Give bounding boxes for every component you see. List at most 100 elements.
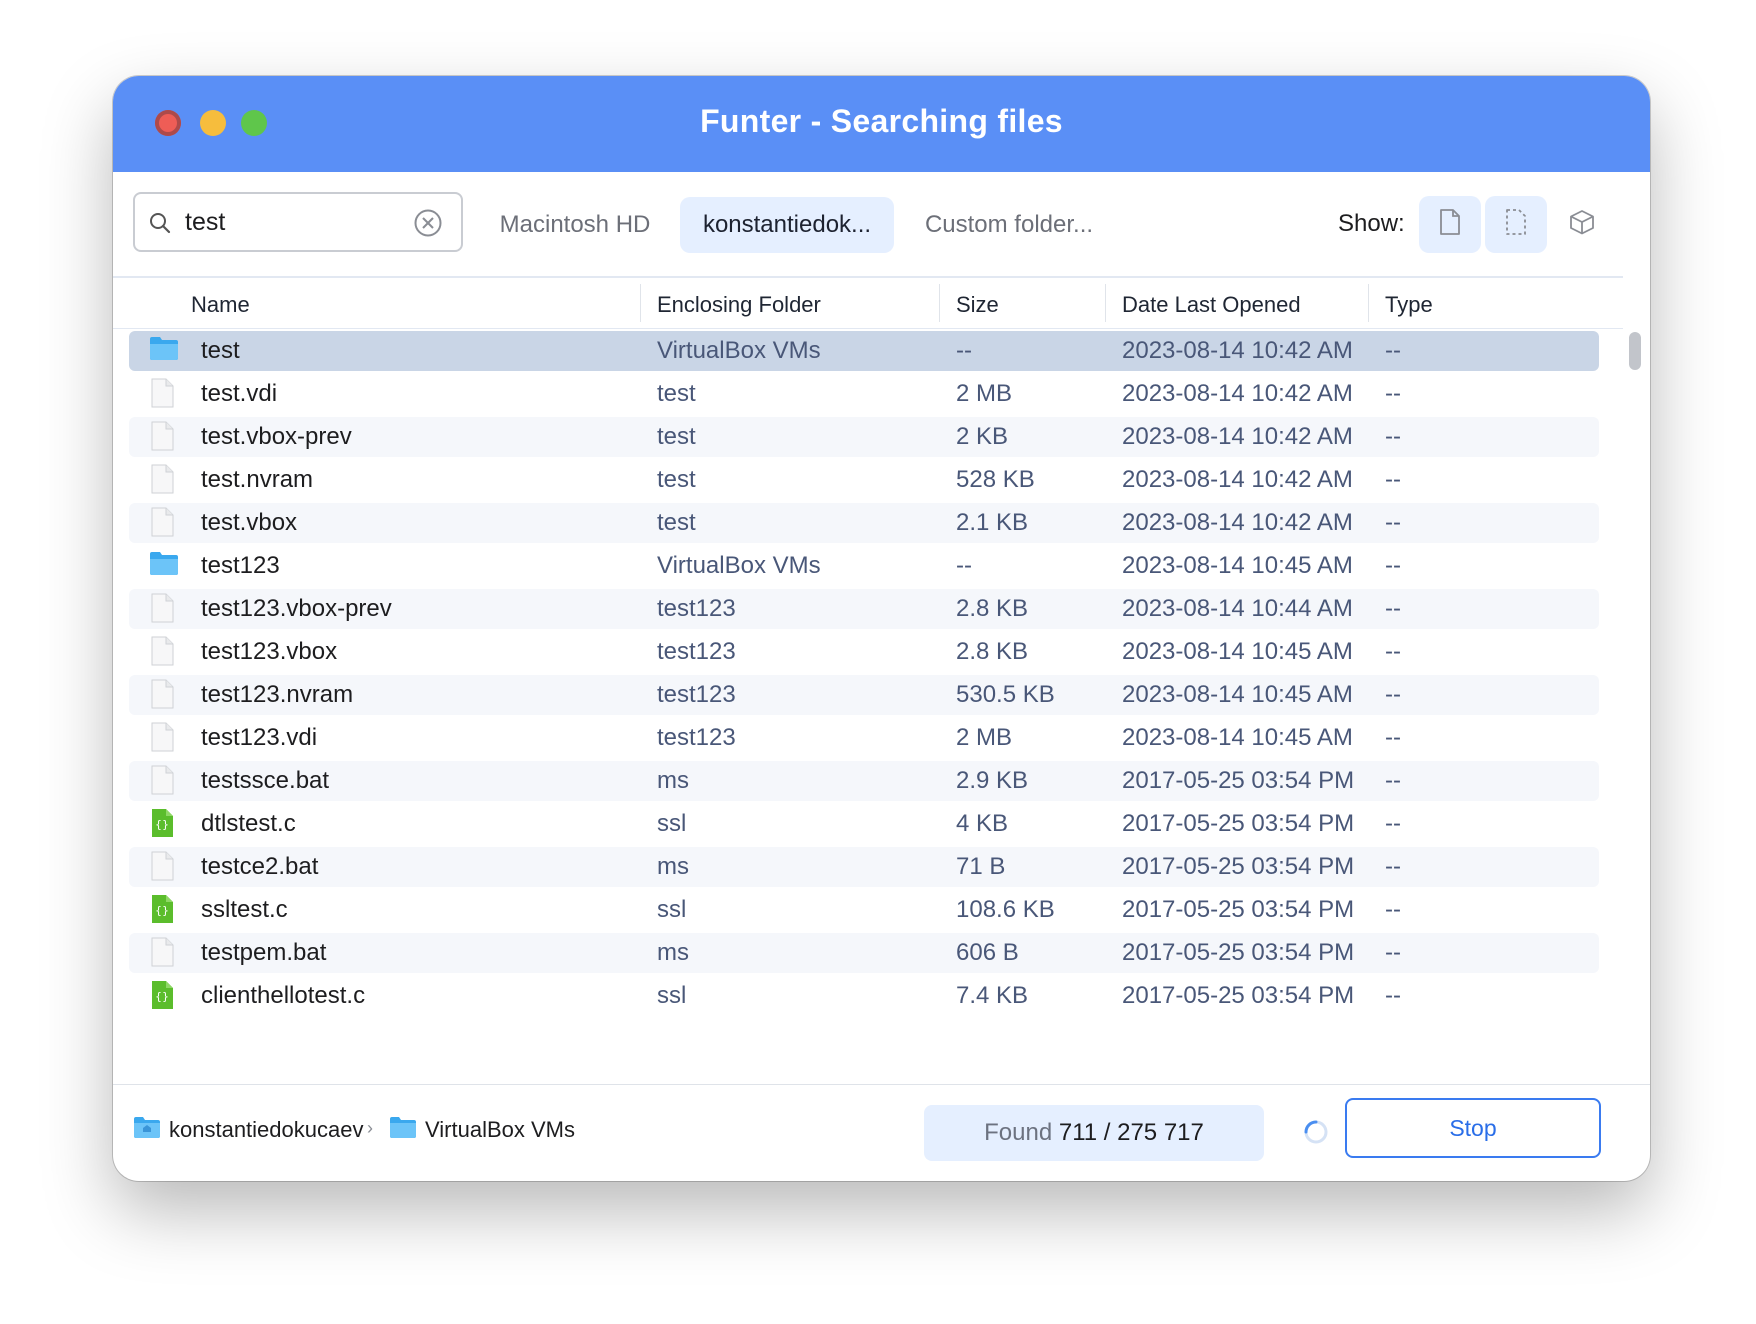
table-row[interactable]: test.nvram test 528 KB 2023-08-14 10:42 AM -…: [129, 460, 1599, 500]
svg-text:{}: {}: [155, 904, 169, 917]
file-icon: [149, 378, 175, 413]
clear-search-icon[interactable]: [413, 208, 443, 243]
table-row[interactable]: test VirtualBox VMs -- 2023-08-14 10:42 AM -…: [129, 331, 1599, 371]
found-count: 711 / 275 717: [1058, 1119, 1204, 1146]
file-icon: [1439, 208, 1461, 241]
row-type: --: [1385, 337, 1401, 364]
row-size: 2.1 KB: [956, 509, 1029, 536]
row-name: test123.vbox-prev: [201, 595, 392, 622]
table-row[interactable]: test123.vbox-prev test123 2.8 KB 2023-08-14…: [129, 589, 1599, 629]
row-size: 2 MB: [956, 724, 1013, 751]
row-type: --: [1385, 810, 1401, 837]
row-type: --: [1385, 552, 1401, 579]
file-icon: [149, 507, 175, 542]
row-enclosing-folder: ms: [657, 939, 689, 966]
row-size: 528 KB: [956, 466, 1035, 493]
loading-spinner-icon: [1303, 1119, 1329, 1150]
file-icon: [149, 464, 175, 499]
table-row[interactable]: test123.vbox test123 2.8 KB 2023-08-14 10:4…: [129, 632, 1599, 672]
table-row[interactable]: test.vdi test 2 MB 2023-08-14 10:42 AM --: [129, 374, 1599, 414]
column-header-enclosing-folder[interactable]: Enclosing Folder: [640, 284, 821, 322]
table-row[interactable]: test.vbox test 2.1 KB 2023-08-14 10:42 AM --: [129, 503, 1599, 543]
row-name: testssce.bat: [201, 767, 330, 794]
folder-icon: [389, 1115, 417, 1144]
row-date-last-opened: 2023-08-14 10:42 AM: [1122, 423, 1353, 450]
c-source-icon: {}: [149, 808, 175, 843]
row-date-last-opened: 2017-05-25 03:54 PM: [1122, 810, 1355, 837]
row-date-last-opened: 2023-08-14 10:42 AM: [1122, 509, 1353, 536]
stop-button[interactable]: Stop: [1345, 1098, 1601, 1158]
row-name: test123.nvram: [201, 681, 354, 708]
row-name: test.nvram: [201, 466, 314, 493]
row-type: --: [1385, 423, 1401, 450]
column-header-type[interactable]: Type: [1368, 284, 1433, 322]
vertical-scrollbar[interactable]: [1625, 326, 1645, 1086]
tab-macintosh-hd[interactable]: Macintosh HD: [475, 197, 675, 253]
row-name: testpem.bat: [201, 939, 327, 966]
column-header-size[interactable]: Size: [939, 284, 999, 322]
folder-icon: [149, 550, 179, 581]
row-enclosing-folder: ms: [657, 853, 689, 880]
table-row[interactable]: test123.vdi test123 2 MB 2023-08-14 10:45 A…: [129, 718, 1599, 758]
row-date-last-opened: 2023-08-14 10:44 AM: [1122, 595, 1353, 622]
show-packages-button[interactable]: [1551, 196, 1613, 253]
table-row[interactable]: {} dtlstest.c ssl 4 KB 2017-05-25 03:54 PM --: [129, 804, 1599, 844]
row-date-last-opened: 2023-08-14 10:45 AM: [1122, 638, 1353, 665]
table-row[interactable]: test123.nvram test123 530.5 KB 2023-08-14 1…: [129, 675, 1599, 715]
show-label: Show:: [1338, 210, 1405, 237]
table-row[interactable]: testce2.bat ms 71 B 2017-05-25 03:54 PM --: [129, 847, 1599, 887]
row-size: 4 KB: [956, 810, 1009, 837]
row-enclosing-folder: test123: [657, 724, 736, 751]
breadcrumb-item[interactable]: VirtualBox VMs: [425, 1117, 575, 1143]
row-enclosing-folder: test: [657, 509, 696, 536]
row-enclosing-folder: test: [657, 466, 696, 493]
row-date-last-opened: 2017-05-25 03:54 PM: [1122, 767, 1355, 794]
table-row[interactable]: testpem.bat ms 606 B 2017-05-25 03:54 PM --: [129, 933, 1599, 973]
breadcrumb-item[interactable]: konstantiedokucaev: [169, 1117, 363, 1143]
row-date-last-opened: 2023-08-14 10:45 AM: [1122, 552, 1353, 579]
found-counter: Found 711 / 275 717: [924, 1105, 1264, 1161]
scroll-thumb[interactable]: [1629, 332, 1641, 370]
row-name: testce2.bat: [201, 853, 319, 880]
file-icon: [149, 937, 175, 972]
row-size: 108.6 KB: [956, 896, 1055, 923]
table-row[interactable]: {} clienthellotest.c ssl 7.4 KB 2017-05-25 0…: [129, 976, 1599, 1016]
row-enclosing-folder: test: [657, 423, 696, 450]
row-name: clienthellotest.c: [201, 982, 366, 1009]
row-name: test123.vbox: [201, 638, 338, 665]
tab-user-folder[interactable]: konstantiedok...: [680, 197, 894, 253]
column-header-date-last-opened[interactable]: Date Last Opened: [1105, 284, 1301, 322]
row-type: --: [1385, 638, 1401, 665]
window-title: Funter - Searching files: [700, 103, 1063, 139]
svg-text:{}: {}: [155, 818, 169, 831]
search-icon: [149, 212, 171, 239]
row-size: 2.9 KB: [956, 767, 1029, 794]
row-date-last-opened: 2017-05-25 03:54 PM: [1122, 982, 1355, 1009]
column-header-name[interactable]: Name: [191, 292, 250, 318]
folder-icon: [149, 335, 179, 366]
row-size: 2.8 KB: [956, 638, 1029, 665]
row-size: 7.4 KB: [956, 982, 1029, 1009]
svg-text:{}: {}: [155, 990, 169, 1003]
row-type: --: [1385, 767, 1401, 794]
row-name: dtlstest.c: [201, 810, 296, 837]
search-input[interactable]: test: [185, 208, 225, 237]
tab-custom-folder[interactable]: Custom folder...: [909, 197, 1109, 253]
row-type: --: [1385, 724, 1401, 751]
file-icon: [149, 851, 175, 886]
row-size: 2.8 KB: [956, 595, 1029, 622]
row-type: --: [1385, 509, 1401, 536]
search-field[interactable]: test: [133, 192, 463, 252]
file-icon: [149, 593, 175, 628]
row-date-last-opened: 2017-05-25 03:54 PM: [1122, 939, 1355, 966]
table-row[interactable]: testssce.bat ms 2.9 KB 2017-05-25 03:54 PM -…: [129, 761, 1599, 801]
show-files-button[interactable]: [1419, 196, 1481, 253]
table-row[interactable]: test123 VirtualBox VMs -- 2023-08-14 10:45 …: [129, 546, 1599, 586]
row-enclosing-folder: ms: [657, 767, 689, 794]
row-size: 2 KB: [956, 423, 1009, 450]
table-row[interactable]: test.vbox-prev test 2 KB 2023-08-14 10:42 A…: [129, 417, 1599, 457]
show-hidden-files-button[interactable]: [1485, 196, 1547, 253]
row-name: ssltest.c: [201, 896, 288, 923]
table-row[interactable]: {} ssltest.c ssl 108.6 KB 2017-05-25 03:54 P…: [129, 890, 1599, 930]
row-name: test.vdi: [201, 380, 278, 407]
